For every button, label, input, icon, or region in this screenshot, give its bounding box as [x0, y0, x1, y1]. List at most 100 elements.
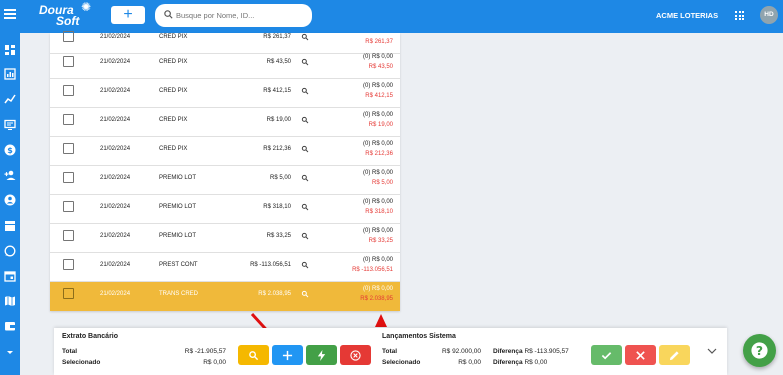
row-date: 21/02/2024	[100, 34, 131, 40]
row-value: R$ -113.056,51	[250, 262, 291, 268]
reject-button[interactable]	[625, 345, 656, 365]
row-value: R$ 212,36	[263, 146, 291, 152]
row-match-count: (0) R$ 0,00	[362, 112, 393, 118]
row-checkbox[interactable]	[63, 288, 74, 299]
table-row[interactable]: 21/02/2024 PREMIO LOT R$ 33,25 (0) R$ 0,00 R…	[50, 224, 400, 253]
search-icon	[249, 351, 259, 361]
search-box[interactable]	[155, 4, 312, 27]
row-description: CRED PIX	[159, 117, 188, 123]
whatsapp-icon[interactable]	[4, 245, 16, 257]
archive-icon[interactable]	[4, 220, 16, 232]
row-description: CRED PIX	[159, 34, 188, 40]
help-button[interactable]: ?	[743, 334, 776, 367]
search-icon[interactable]	[301, 261, 309, 269]
table-row[interactable]: 21/02/2024 CRED PIX R$ 19,00 (0) R$ 0,00 R$ …	[50, 108, 400, 137]
bar-chart-icon[interactable]	[4, 68, 16, 80]
table-row[interactable]: 21/02/2024 CRED PIX R$ 43,50 (0) R$ 0,00 R$ …	[50, 50, 400, 79]
row-checkbox[interactable]	[63, 230, 74, 241]
calendar-icon[interactable]	[4, 270, 16, 282]
search-icon[interactable]	[301, 58, 309, 66]
sidebar: $	[0, 33, 20, 375]
chevron-down-icon[interactable]	[4, 346, 16, 358]
bank-statement-title: Extrato Bancário	[62, 333, 119, 340]
system-total-value: R$ 92.000,00	[441, 348, 481, 355]
wallet-icon[interactable]	[4, 320, 16, 332]
row-date: 21/02/2024	[100, 88, 131, 94]
svg-text:?: ?	[756, 344, 763, 358]
row-value: R$ 412,15	[263, 88, 291, 94]
menu-icon[interactable]	[4, 9, 16, 21]
row-difference: R$ 212,36	[365, 151, 393, 157]
add-user-icon[interactable]	[4, 169, 16, 181]
pencil-icon	[669, 351, 679, 361]
search-icon[interactable]	[301, 203, 309, 211]
row-checkbox[interactable]	[63, 201, 74, 212]
table-row[interactable]: 21/02/2024 PREST CONT R$ -113.056,51 (0) R$…	[50, 253, 400, 282]
bank-selected-label: Selecionado	[62, 359, 101, 366]
row-checkbox[interactable]	[63, 31, 74, 42]
row-description: CRED PIX	[159, 146, 188, 152]
search-icon[interactable]	[301, 87, 309, 95]
cancel-circle-icon	[350, 350, 361, 361]
row-checkbox[interactable]	[63, 143, 74, 154]
dollar-icon[interactable]: $	[4, 144, 16, 156]
row-value: R$ 261,37	[263, 34, 291, 40]
difference-selected: Diferença R$ 0,00	[493, 359, 547, 366]
search-icon[interactable]	[301, 232, 309, 240]
search-icon[interactable]	[301, 116, 309, 124]
search-icon[interactable]	[301, 174, 309, 182]
search-icon	[164, 10, 173, 19]
account-icon[interactable]	[4, 194, 16, 206]
row-description: PREST CONT	[159, 262, 198, 268]
table-row[interactable]: 21/02/2024 CRED PIX R$ 212,36 (0) R$ 0,00 R$…	[50, 137, 400, 166]
edit-button[interactable]	[659, 345, 690, 365]
search-input[interactable]	[176, 8, 304, 23]
table-row[interactable]: 21/02/2024 PREMIO LOT R$ 5,00 (0) R$ 0,00 R$…	[50, 166, 400, 195]
dashboard-icon[interactable]	[4, 44, 16, 56]
system-entries-title: Lançamentos Sistema	[382, 333, 456, 340]
search-icon[interactable]	[301, 33, 309, 41]
lightning-icon	[317, 350, 326, 361]
row-checkbox[interactable]	[63, 114, 74, 125]
transactions-table: 21/02/2024 CRED PIX R$ 261,37 R$ 261,37 21/0…	[50, 31, 400, 311]
row-match-count: (0) R$ 0,00	[362, 257, 393, 263]
auto-reconcile-button[interactable]	[306, 345, 337, 365]
map-icon[interactable]	[4, 295, 16, 307]
table-row[interactable]: 21/02/2024 CRED PIX R$ 412,15 (0) R$ 0,00 R$…	[50, 79, 400, 108]
difference-label: Diferença	[493, 348, 523, 355]
bank-selected-value: R$ 0,00	[203, 359, 226, 366]
row-match-count: (0) R$ 0,00	[362, 170, 393, 176]
system-selected-label: Selecionado	[382, 359, 421, 366]
row-checkbox[interactable]	[63, 172, 74, 183]
company-name[interactable]: ACME LOTERIAS	[656, 11, 718, 20]
row-match-count: (0) R$ 0,00	[362, 54, 393, 60]
table-row[interactable]: 21/02/2024 TRANS CRED R$ 2.038,95 (0) R$ 0,…	[50, 282, 400, 311]
search-entries-button[interactable]	[238, 345, 269, 365]
search-icon[interactable]	[301, 290, 309, 298]
system-total-label: Total	[382, 348, 398, 355]
confirm-button[interactable]	[591, 345, 622, 365]
row-difference: R$ 318,10	[365, 209, 393, 215]
table-row[interactable]: 21/02/2024 PREMIO LOT R$ 318,10 (0) R$ 0,00…	[50, 195, 400, 224]
bank-total-value: R$ -21.905,57	[184, 348, 226, 355]
svg-text:$: $	[7, 146, 13, 155]
row-checkbox[interactable]	[63, 56, 74, 67]
row-difference: R$ 33,25	[368, 238, 393, 244]
trend-icon[interactable]	[4, 93, 16, 105]
expand-chevron-icon[interactable]	[707, 347, 717, 355]
avatar[interactable]: HD	[760, 6, 778, 24]
row-checkbox[interactable]	[63, 259, 74, 270]
monitor-icon[interactable]	[4, 119, 16, 131]
add-button[interactable]: +	[111, 6, 145, 24]
row-description: PREMIO LOT	[159, 204, 197, 210]
row-date: 21/02/2024	[100, 175, 131, 181]
search-icon[interactable]	[301, 145, 309, 153]
row-checkbox[interactable]	[63, 85, 74, 96]
apps-grid-icon[interactable]	[735, 11, 744, 20]
sun-icon: ✺	[81, 0, 92, 14]
add-entry-button[interactable]	[272, 345, 303, 365]
row-value: R$ 43,50	[266, 59, 291, 65]
row-date: 21/02/2024	[100, 204, 131, 210]
row-description: CRED PIX	[159, 59, 188, 65]
remove-button[interactable]	[340, 345, 371, 365]
